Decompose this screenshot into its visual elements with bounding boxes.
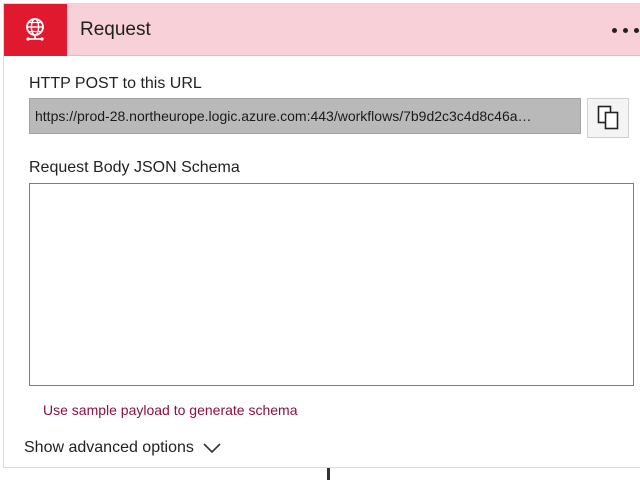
more-options-dot	[623, 28, 628, 33]
more-options-dot	[634, 28, 639, 33]
more-options-icon	[612, 28, 617, 33]
trigger-icon-box	[4, 4, 67, 56]
globe-request-icon	[26, 18, 44, 41]
http-post-url-field[interactable]: https://prod-28.northeurope.logic.azure.…	[29, 98, 581, 134]
chevron-down-icon	[203, 443, 221, 454]
generate-schema-link[interactable]: Use sample payload to generate schema	[43, 401, 297, 419]
copy-url-button[interactable]	[587, 98, 629, 138]
request-trigger-card: Request HTTP POST to this URL https://pr…	[3, 3, 640, 468]
advanced-options-label: Show advanced options	[24, 439, 194, 456]
url-label: HTTP POST to this URL	[29, 75, 202, 92]
show-advanced-options-toggle[interactable]: Show advanced options	[24, 438, 221, 460]
flow-connector-line	[327, 468, 330, 480]
json-schema-input[interactable]	[29, 183, 634, 386]
copy-icon	[597, 105, 619, 130]
more-options-button[interactable]	[608, 16, 640, 44]
schema-label: Request Body JSON Schema	[29, 159, 240, 176]
card-header[interactable]: Request	[4, 4, 640, 56]
card-title: Request	[80, 19, 151, 40]
